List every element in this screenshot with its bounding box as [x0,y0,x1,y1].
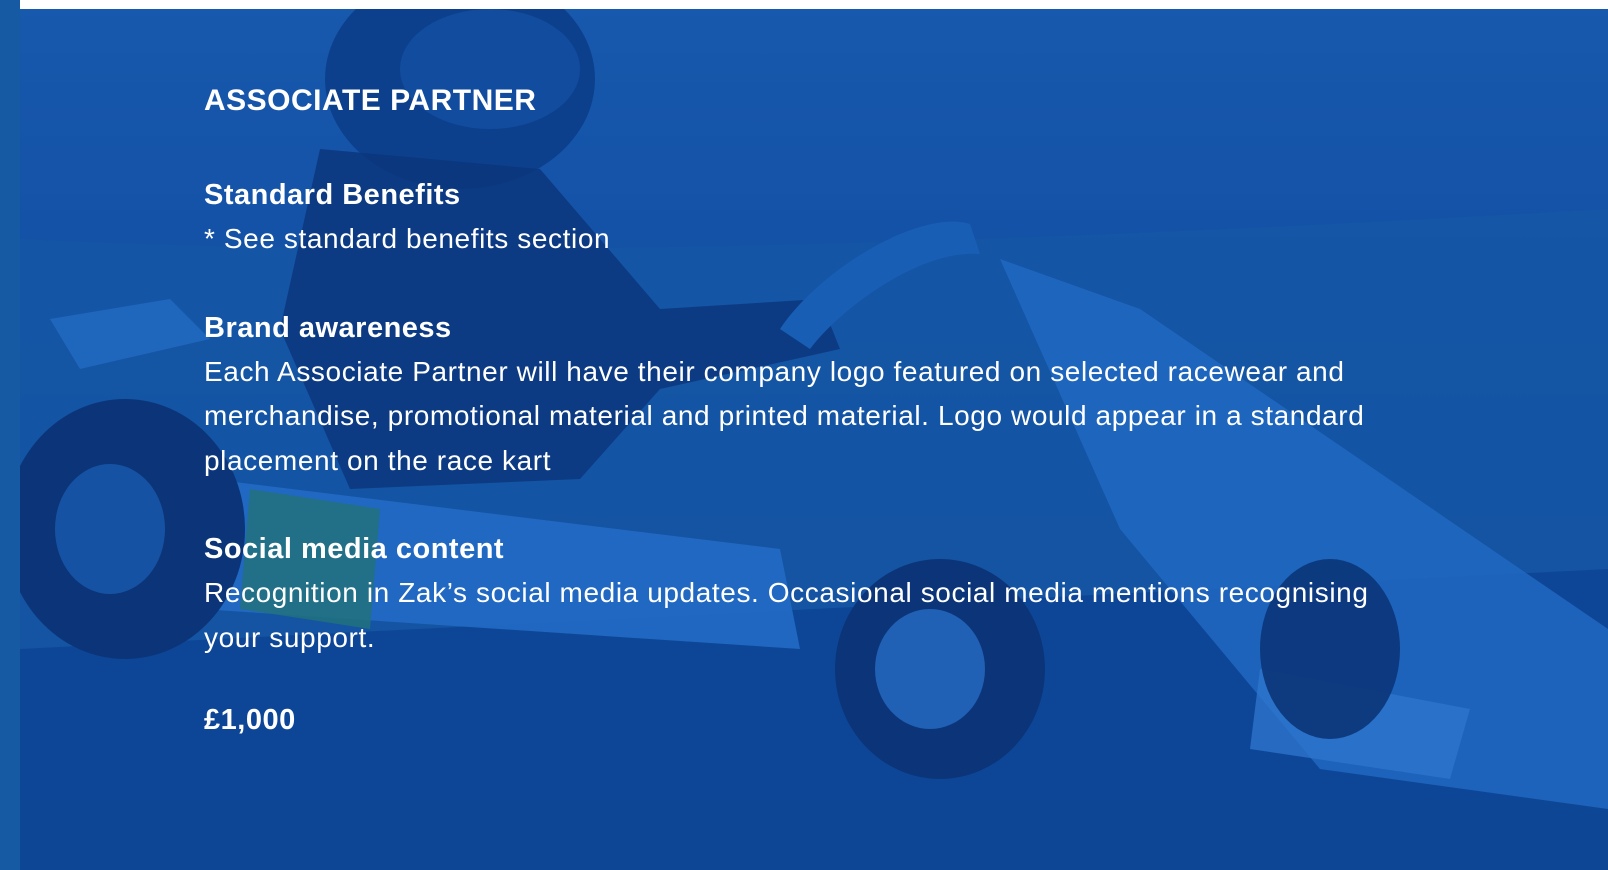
hero-section: ASSOCIATE PARTNER Standard Benefits * Se… [20,9,1608,870]
section-body: * See standard benefits section [204,223,611,254]
section-heading: Social media content [204,533,505,565]
section-heading: Brand awareness [204,311,452,344]
tier-price: £1,000 [204,704,296,736]
section-standard-benefits: Standard Benefits * See standard benefit… [204,173,1404,262]
section-brand-awareness: Brand awareness Each Associate Partner w… [204,306,1404,484]
section-social-media-content: Social media content Recognition in Zak’… [204,527,1404,660]
top-white-strip [0,0,1608,9]
section-body: Recognition in Zak’s social media update… [204,577,1369,653]
section-body: Each Associate Partner will have their c… [204,355,1365,476]
partner-tier-content: ASSOCIATE PARTNER Standard Benefits * Se… [204,81,1404,740]
section-heading: Standard Benefits [204,179,461,211]
left-blue-strip [0,0,20,870]
tier-title: ASSOCIATE PARTNER [204,84,537,117]
